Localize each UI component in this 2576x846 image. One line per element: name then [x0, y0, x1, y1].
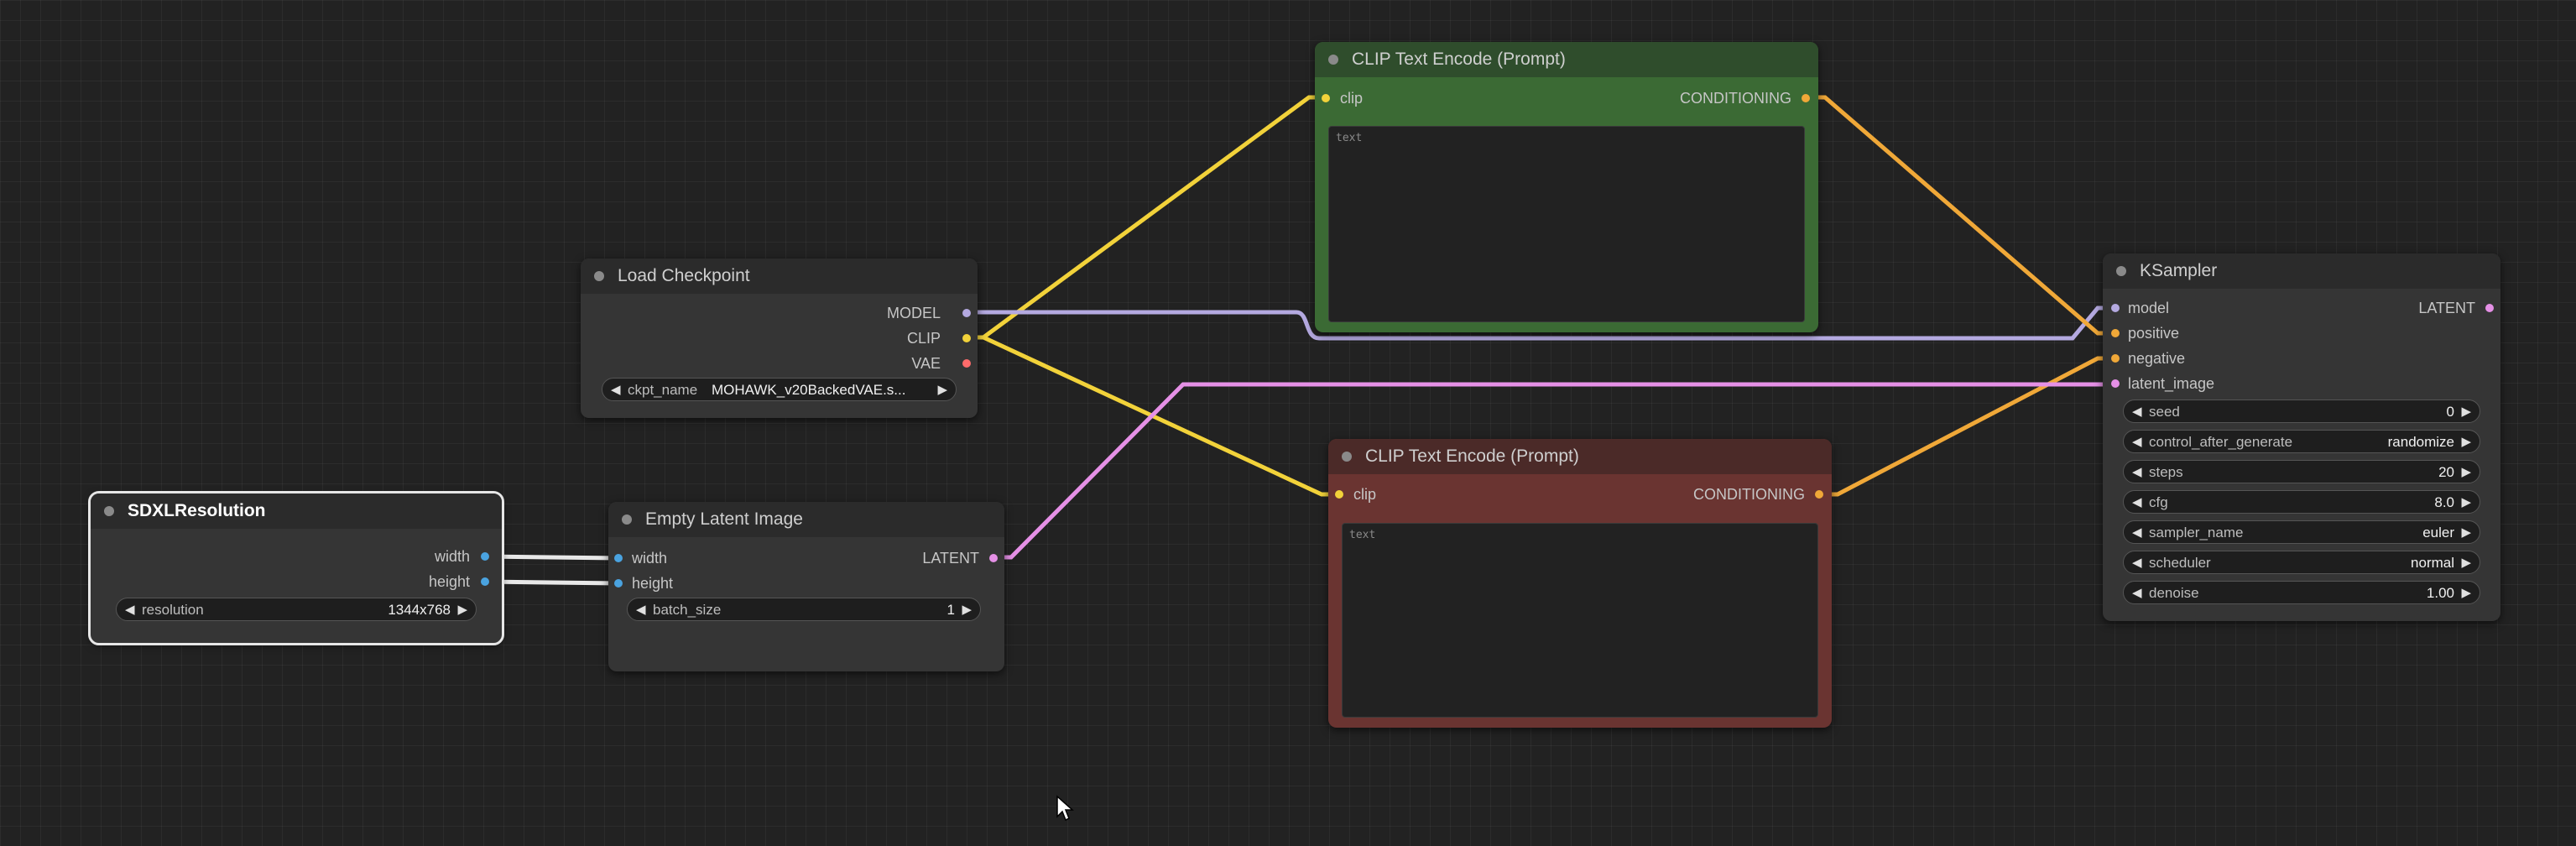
widget-seed[interactable]: ◀ seed 0 ▶: [2123, 400, 2480, 423]
increment-arrow-icon[interactable]: ▶: [962, 598, 972, 622]
node-title[interactable]: Load Checkpoint: [581, 258, 978, 294]
increment-arrow-icon[interactable]: ▶: [2461, 521, 2471, 545]
decrement-arrow-icon[interactable]: ◀: [2132, 521, 2142, 545]
node-title[interactable]: CLIP Text Encode (Prompt): [1328, 439, 1832, 474]
node-load-checkpoint[interactable]: Load Checkpoint MODEL CLIP VAE ◀ ckpt_na…: [581, 258, 978, 418]
output-height-dot[interactable]: [481, 577, 489, 586]
wire-negative-conditioning: [1821, 356, 2115, 497]
decrement-arrow-icon[interactable]: ◀: [2132, 551, 2142, 575]
increment-arrow-icon[interactable]: ▶: [2461, 582, 2471, 605]
increment-arrow-icon[interactable]: ▶: [457, 598, 467, 622]
widget-cfg[interactable]: ◀ cfg 8.0 ▶: [2123, 490, 2480, 514]
increment-arrow-icon[interactable]: ▶: [2461, 461, 2471, 484]
output-model-dot[interactable]: [962, 309, 971, 317]
output-latent-dot[interactable]: [989, 554, 998, 562]
collapse-dot[interactable]: [2116, 266, 2126, 276]
increment-arrow-icon[interactable]: ▶: [2461, 431, 2471, 454]
node-title[interactable]: CLIP Text Encode (Prompt): [1315, 42, 1818, 77]
node-title[interactable]: KSampler: [2103, 253, 2500, 289]
increment-arrow-icon[interactable]: ▶: [2461, 551, 2471, 575]
increment-arrow-icon[interactable]: ▶: [2461, 491, 2471, 514]
wire-width: [483, 554, 619, 561]
input-negative-dot[interactable]: [2111, 354, 2120, 363]
prompt-text-area[interactable]: text: [1328, 126, 1805, 322]
widget-denoise[interactable]: ◀ denoise 1.00 ▶: [2123, 581, 2480, 604]
node-clip-text-encode-negative[interactable]: CLIP Text Encode (Prompt) clip CONDITION…: [1328, 439, 1832, 728]
decrement-arrow-icon[interactable]: ◀: [2132, 491, 2142, 514]
increment-arrow-icon[interactable]: ▶: [937, 379, 947, 402]
output-model[interactable]: MODEL: [887, 302, 941, 324]
collapse-dot[interactable]: [1342, 452, 1352, 462]
input-width-dot[interactable]: [614, 554, 623, 562]
input-clip[interactable]: clip: [1353, 483, 1376, 505]
input-model[interactable]: model: [2128, 297, 2169, 319]
wire-clip-to-negative: [965, 335, 1341, 497]
decrement-arrow-icon[interactable]: ◀: [2132, 400, 2142, 424]
node-sdxl-resolution[interactable]: SDXLResolution width height ◀ resolution…: [88, 491, 504, 645]
widget-ckpt-name[interactable]: ◀ ckpt_name MOHAWK_v20BackedVAE.s... ▶: [602, 378, 957, 401]
output-latent[interactable]: LATENT: [922, 547, 979, 569]
widget-scheduler[interactable]: ◀ scheduler normal ▶: [2123, 551, 2480, 574]
input-negative[interactable]: negative: [2128, 347, 2185, 369]
input-latent-image[interactable]: latent_image: [2128, 373, 2214, 394]
output-conditioning-dot[interactable]: [1802, 94, 1810, 102]
input-positive-dot[interactable]: [2111, 329, 2120, 337]
widget-resolution[interactable]: ◀ resolution 1344x768 ▶: [116, 598, 477, 621]
output-clip[interactable]: CLIP: [907, 327, 941, 349]
wire-positive-conditioning: [1808, 95, 2115, 336]
output-height[interactable]: height: [429, 571, 470, 593]
prompt-text-area[interactable]: text: [1342, 523, 1818, 718]
increment-arrow-icon[interactable]: ▶: [2461, 400, 2471, 424]
input-clip-dot[interactable]: [1335, 490, 1343, 499]
output-width[interactable]: width: [435, 546, 470, 567]
input-positive[interactable]: positive: [2128, 322, 2179, 344]
output-latent[interactable]: LATENT: [2418, 297, 2475, 319]
node-empty-latent-image[interactable]: Empty Latent Image width height LATENT ◀…: [608, 502, 1004, 671]
decrement-arrow-icon[interactable]: ◀: [611, 379, 621, 402]
input-model-dot[interactable]: [2111, 304, 2120, 312]
node-ksampler[interactable]: KSampler model positive negative latent_…: [2103, 253, 2500, 621]
widget-batch-size[interactable]: ◀ batch_size 1 ▶: [627, 598, 981, 621]
output-vae[interactable]: VAE: [911, 352, 941, 374]
wire-clip-to-positive: [965, 95, 1327, 340]
collapse-dot[interactable]: [594, 271, 604, 281]
mouse-cursor-icon: [1056, 795, 1074, 822]
input-height[interactable]: height: [632, 572, 673, 594]
input-clip[interactable]: clip: [1340, 87, 1363, 109]
widget-control-after-generate[interactable]: ◀ control_after_generate randomize ▶: [2123, 430, 2480, 453]
node-title[interactable]: SDXLResolution: [91, 494, 502, 529]
collapse-dot[interactable]: [104, 506, 114, 516]
output-width-dot[interactable]: [481, 552, 489, 561]
output-latent-dot[interactable]: [2485, 304, 2494, 312]
node-clip-text-encode-positive[interactable]: CLIP Text Encode (Prompt) clip CONDITION…: [1315, 42, 1818, 332]
decrement-arrow-icon[interactable]: ◀: [2132, 582, 2142, 605]
input-latent-image-dot[interactable]: [2111, 379, 2120, 388]
output-clip-dot[interactable]: [962, 334, 971, 342]
collapse-dot[interactable]: [1328, 55, 1338, 65]
widget-sampler-name[interactable]: ◀ sampler_name euler ▶: [2123, 520, 2480, 544]
decrement-arrow-icon[interactable]: ◀: [2132, 431, 2142, 454]
collapse-dot[interactable]: [622, 514, 632, 525]
input-width[interactable]: width: [632, 547, 667, 569]
decrement-arrow-icon[interactable]: ◀: [125, 598, 135, 622]
input-clip-dot[interactable]: [1322, 94, 1330, 102]
input-height-dot[interactable]: [614, 579, 623, 588]
output-vae-dot[interactable]: [962, 359, 971, 368]
widget-steps[interactable]: ◀ steps 20 ▶: [2123, 460, 2480, 483]
wire-height: [483, 579, 619, 586]
output-conditioning[interactable]: CONDITIONING: [1693, 483, 1805, 505]
decrement-arrow-icon[interactable]: ◀: [636, 598, 646, 622]
output-conditioning-dot[interactable]: [1815, 490, 1823, 499]
output-conditioning[interactable]: CONDITIONING: [1680, 87, 1791, 109]
node-title[interactable]: Empty Latent Image: [608, 502, 1004, 537]
decrement-arrow-icon[interactable]: ◀: [2132, 461, 2142, 484]
